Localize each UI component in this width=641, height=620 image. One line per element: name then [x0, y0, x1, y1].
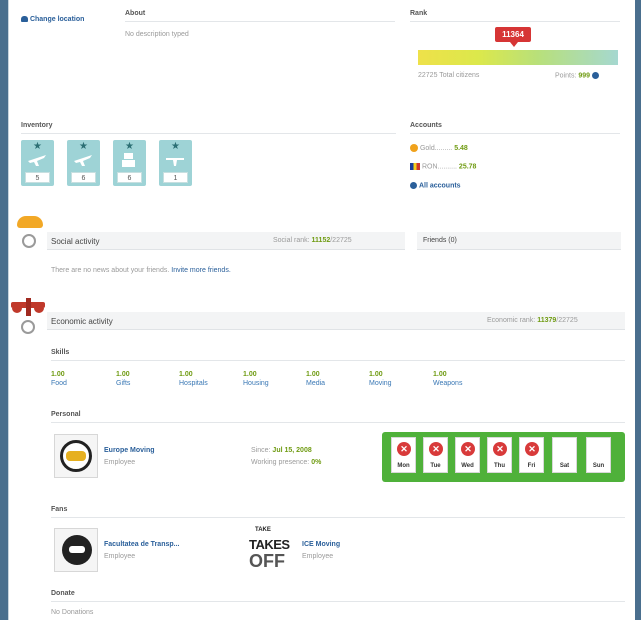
organization-role: Employee [104, 553, 136, 560]
company-logo[interactable] [54, 434, 98, 478]
work-days-panel: ✕ Mon ✕ Tue ✕ Wed ✕ Thu ✕ Fri Sat Sun [382, 432, 625, 482]
workday-tue: ✕ Tue [423, 437, 448, 473]
skill-item: 1.00 Media [306, 371, 326, 387]
takes-off-logo[interactable]: TAKE TAKES OFF [249, 527, 297, 573]
points-display: Points: 999 [555, 72, 599, 79]
info-icon[interactable] [592, 72, 599, 79]
info-icon [410, 182, 417, 189]
economic-icon [11, 296, 45, 338]
company-role: Employee [104, 459, 136, 466]
gold-account-row: Gold......... 5.48 [410, 144, 468, 152]
skills-heading: Skills [51, 349, 70, 356]
currency-account-row: RON.......... 25.78 [410, 163, 476, 170]
inventory-item[interactable]: ★ 6 [113, 140, 146, 186]
rank-heading: Rank [410, 10, 428, 17]
star-icon: ★ [33, 141, 42, 152]
plane-icon [28, 155, 46, 166]
location-icon [21, 16, 28, 23]
about-text: No description typed [125, 31, 189, 38]
romania-flag-icon [410, 163, 420, 170]
friends-news: There are no news about your friends. In… [51, 267, 231, 274]
absent-x-icon: ✕ [525, 442, 539, 456]
workday-sat: Sat [552, 437, 577, 473]
social-rank: Social rank: 11152/22725 [273, 237, 352, 244]
workday-wed: ✕ Wed [455, 437, 480, 473]
economic-rank: Economic rank: 11379/22725 [487, 317, 578, 324]
organization-name-link[interactable]: Facultatea de Transp... [104, 541, 179, 548]
working-presence: Working presence: 0% [251, 459, 322, 466]
gold-coin-icon [410, 144, 418, 152]
inventory-heading: Inventory [21, 122, 53, 129]
organization-role: Employee [302, 553, 334, 560]
change-location-link[interactable]: Change location [21, 16, 84, 23]
star-icon: ★ [125, 141, 134, 152]
workday-thu: ✕ Thu [487, 437, 512, 473]
plane-icon [166, 158, 184, 166]
absent-x-icon: ✕ [397, 442, 411, 456]
economic-activity-title: Economic activity [51, 317, 113, 326]
employment-since: Since: Jul 15, 2008 [251, 447, 312, 454]
about-heading: About [125, 10, 146, 17]
company-name-link[interactable]: Europe Moving [104, 447, 155, 454]
organization-name-link[interactable]: ICE Moving [302, 541, 340, 548]
skill-item: 1.00 Weapons [433, 371, 463, 387]
rank-badge: 11364 [495, 27, 531, 42]
social-icon [15, 216, 45, 250]
skill-item: 1.00 Gifts [116, 371, 131, 387]
workday-mon: ✕ Mon [391, 437, 416, 473]
workday-fri: ✕ Fri [519, 437, 544, 473]
fans-heading: Fans [51, 506, 68, 513]
friends-title[interactable]: Friends (0) [423, 237, 457, 244]
skill-item: 1.00 Food [51, 371, 67, 387]
organization-logo[interactable] [54, 528, 98, 572]
workday-sun: Sun [586, 437, 611, 473]
skill-item: 1.00 Hospitals [179, 371, 208, 387]
profile-page: Change location About No description typ… [8, 0, 635, 620]
inventory-item[interactable]: ★ 5 [21, 140, 54, 186]
rank-pointer [510, 42, 518, 47]
invite-friends-link[interactable]: Invite more friends. [171, 267, 231, 274]
star-icon: ★ [79, 141, 88, 152]
plane-icon [122, 153, 135, 167]
total-citizens-text: 22725 Total citizens [418, 72, 480, 79]
all-accounts-link[interactable]: All accounts [410, 182, 461, 189]
donations-text: No Donations [51, 609, 94, 616]
absent-x-icon: ✕ [429, 442, 443, 456]
donate-heading: Donate [51, 590, 75, 597]
plane-icon [74, 155, 92, 166]
inventory-item[interactable]: ★ 1 [159, 140, 192, 186]
accounts-heading: Accounts [410, 122, 442, 129]
social-activity-title: Social activity [51, 237, 100, 246]
inventory-item[interactable]: ★ 6 [67, 140, 100, 186]
absent-x-icon: ✕ [493, 442, 507, 456]
star-icon: ★ [171, 141, 180, 152]
personal-heading: Personal [51, 411, 81, 418]
rank-progress-bar [418, 50, 618, 65]
skill-item: 1.00 Housing [243, 371, 269, 387]
absent-x-icon: ✕ [461, 442, 475, 456]
skill-item: 1.00 Moving [369, 371, 392, 387]
